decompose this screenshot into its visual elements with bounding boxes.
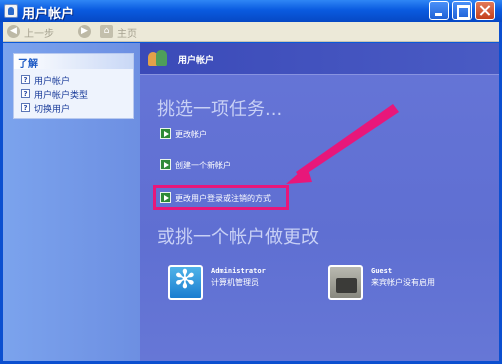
sidebar-item-label: 用户帐户类型 [34,91,89,101]
main-header: 用户帐户 [140,43,499,75]
window-border-left [0,22,3,364]
account-guest[interactable]: Guest 来宾帐户没有启用 [328,265,488,305]
main-header-title: 用户帐户 [178,56,215,66]
help-icon: ? [21,75,30,84]
task-label: 更改帐户 [175,130,207,139]
help-icon: ? [21,89,30,98]
user-accounts-icon [4,4,18,18]
task-label: 创建一个新帐户 [175,161,231,170]
account-name: Guest [371,267,393,275]
forward-arrow-icon: ▶ [78,25,91,38]
window-title: 用户帐户 [22,7,75,22]
minimize-button[interactable] [429,1,449,20]
help-icon: ? [21,103,30,112]
close-button[interactable] [475,1,495,20]
back-arrow-icon: ◀ [7,25,20,38]
pick-account-heading: 或挑一个帐户做更改 [157,227,319,248]
main-pane: 用户帐户 挑选一项任务... 更改帐户 创建一个新帐户 更改用户登录或注销的方式… [140,43,499,361]
task-heading: 挑选一项任务... [157,99,283,120]
home-button[interactable]: ⌂ 主页 [100,24,150,40]
account-description: 计算机管理员 [211,278,259,287]
account-administrator[interactable]: Administrator 计算机管理员 [168,265,308,305]
forward-button[interactable]: ▶ [78,24,92,40]
side-pane: 了解 ? 用户帐户 ? 用户帐户类型 ? 切换用户 [3,43,140,361]
sidebar-item-label: 用户帐户 [34,77,71,87]
users-icon [148,50,168,68]
maximize-button[interactable] [452,1,472,20]
snowflake-avatar-icon [168,265,203,300]
briefcase-avatar-icon [328,265,363,300]
account-name: Administrator [211,267,266,275]
sidebar-item-label: 切换用户 [34,105,71,115]
green-arrow-icon [160,159,171,170]
account-description: 来宾帐户没有启用 [371,278,435,287]
user-accounts-window: 用户帐户 ◀ 上一步 ▶ ⌂ 主页 了解 ? 用户帐户 ? 用户帐户类型 ? 切… [0,0,502,364]
back-button[interactable]: ◀ 上一步 [7,24,69,40]
learn-about-box: 了解 ? 用户帐户 ? 用户帐户类型 ? 切换用户 [13,53,134,119]
green-arrow-icon [160,128,171,139]
highlight-box [153,185,289,210]
home-icon: ⌂ [100,25,113,38]
back-label: 上一步 [24,29,54,40]
home-label: 主页 [117,29,137,40]
title-bar[interactable]: 用户帐户 [0,0,502,22]
navigation-toolbar: ◀ 上一步 ▶ ⌂ 主页 [3,22,499,42]
learn-about-title: 了解 [14,54,133,70]
